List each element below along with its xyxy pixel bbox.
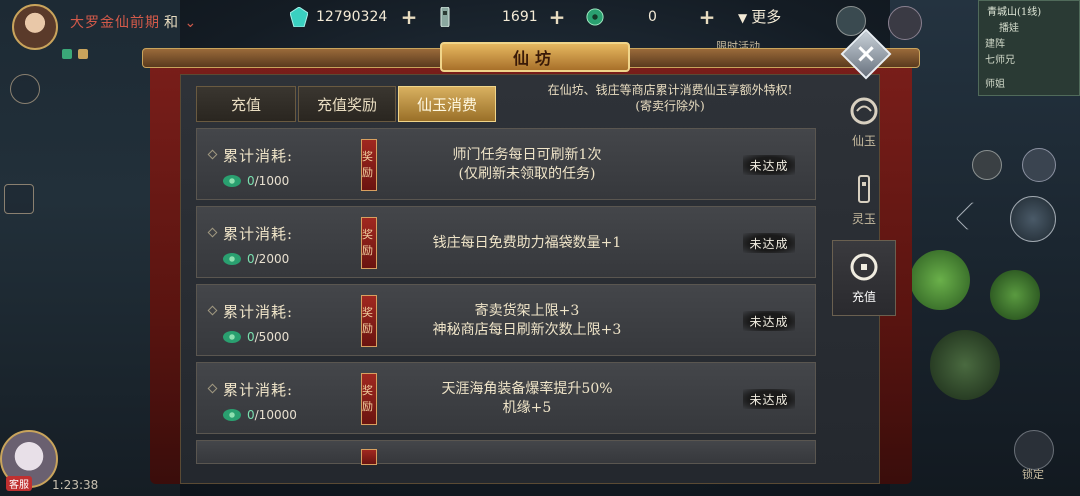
tab-recharge-reward[interactable]: 充值奖励 xyxy=(298,86,396,122)
recharge-icon xyxy=(850,253,878,280)
progress-value: 0/10000 xyxy=(247,408,297,422)
reward-tag: 奖励 xyxy=(361,373,377,425)
status-badge: 未达成 xyxy=(743,311,795,331)
side-tab-xianyu[interactable]: 仙玉 xyxy=(832,84,896,160)
buff-icon xyxy=(62,49,72,59)
list-item xyxy=(196,440,816,465)
bag-icon[interactable] xyxy=(972,150,1002,180)
list-item: 累计消耗: 0/5000 奖励 寄卖货架上限+3 神秘商店每日刷新次数上限+3 未… xyxy=(196,284,816,356)
service-badge[interactable]: 客服 xyxy=(6,476,32,491)
bullet-icon xyxy=(207,305,218,316)
add-jade-button[interactable]: + xyxy=(698,7,716,27)
minimap[interactable]: 青城山(1线) 播娃 建阵 七师兄 师姐 xyxy=(978,0,1080,96)
xianyu-gem-icon xyxy=(290,7,308,27)
scene-orb xyxy=(930,330,1000,400)
chevron-down-icon: ▼ xyxy=(738,11,748,25)
lingyu-token-icon xyxy=(440,7,450,27)
side-tab-lingyu[interactable]: 灵玉 xyxy=(832,162,896,238)
player-avatar[interactable] xyxy=(12,4,58,50)
taiji-icon[interactable] xyxy=(1010,196,1056,242)
reward-tag xyxy=(361,449,377,465)
jade-coin-icon xyxy=(223,331,241,343)
jade-coin-icon xyxy=(223,409,241,421)
close-icon: × xyxy=(855,39,877,69)
scene-orb xyxy=(910,250,970,310)
privilege-notice: 在仙坊、钱庄等商店累计消费仙玉享额外特权! (寄卖行除外) xyxy=(547,83,793,113)
bullet-icon xyxy=(207,383,218,394)
lock-label: 锁定 xyxy=(1022,468,1044,481)
panel-title: 仙坊 xyxy=(440,42,630,72)
lock-button[interactable] xyxy=(1014,430,1054,470)
jade-coin-icon xyxy=(223,175,241,187)
reward-tag: 奖励 xyxy=(361,295,377,347)
scroll-icon[interactable] xyxy=(4,184,34,214)
scene-orb xyxy=(990,270,1040,320)
add-lingyu-button[interactable]: + xyxy=(548,7,566,27)
tab-recharge[interactable]: 充值 xyxy=(196,86,296,122)
buff-icon xyxy=(78,49,88,59)
xianyu-icon xyxy=(850,97,878,124)
add-xianyu-button[interactable]: + xyxy=(400,7,418,27)
chat-bubble-icon[interactable] xyxy=(10,74,40,104)
currency-lingyu: 1691 xyxy=(436,6,538,28)
lingyu-icon xyxy=(858,174,870,203)
reward-description: 寄卖货架上限+3 神秘商店每日刷新次数上限+3 xyxy=(432,303,622,338)
status-badge: 未达成 xyxy=(743,389,795,409)
currency-xianyu: 12790324 xyxy=(290,6,387,28)
reward-description: 师门任务每日可刷新1次 (仅刷新未领取的任务) xyxy=(452,147,602,182)
chevron-down-icon[interactable]: ⌄ xyxy=(179,15,197,31)
jade-coin-icon xyxy=(223,253,241,265)
reward-tag: 奖励 xyxy=(361,217,377,269)
jade-coin-icon xyxy=(586,8,604,26)
event-icon[interactable] xyxy=(888,6,922,40)
realm-label: 大罗金仙前期和 ⌄ xyxy=(70,15,198,31)
currency-side-tabs: 仙玉 灵玉 充值 xyxy=(832,84,896,320)
status-badge: 未达成 xyxy=(743,233,795,253)
reward-description: 天涯海角装备爆率提升50% 机缘+5 xyxy=(441,381,613,416)
status-icons xyxy=(62,44,102,59)
progress-value: 0/1000 xyxy=(247,174,290,188)
list-item: 累计消耗: 0/1000 奖励 师门任务每日可刷新1次 (仅刷新未领取的任务) 未… xyxy=(196,128,816,200)
side-tab-recharge[interactable]: 充值 xyxy=(832,240,896,316)
more-menu-button[interactable]: ▼ 更多 xyxy=(738,6,781,27)
progress-value: 0/5000 xyxy=(247,330,290,344)
list-item: 累计消耗: 0/10000 奖励 天涯海角装备爆率提升50% 机缘+5 未达成 xyxy=(196,362,816,434)
skill-icon[interactable] xyxy=(1022,148,1056,182)
reward-tag: 奖励 xyxy=(361,139,377,191)
game-clock: 1:23:38 xyxy=(52,478,99,492)
tab-xianyu-consume[interactable]: 仙玉消费 xyxy=(398,86,496,122)
reward-description: 钱庄每日免费助力福袋数量+1 xyxy=(432,234,622,251)
bullet-icon xyxy=(207,227,218,238)
currency-jade: 0 xyxy=(586,6,682,28)
progress-value: 0/2000 xyxy=(247,252,290,266)
list-item: 累计消耗: 0/2000 奖励 钱庄每日免费助力福袋数量+1 未达成 xyxy=(196,206,816,278)
status-badge: 未达成 xyxy=(743,155,795,175)
bullet-icon xyxy=(207,149,218,160)
